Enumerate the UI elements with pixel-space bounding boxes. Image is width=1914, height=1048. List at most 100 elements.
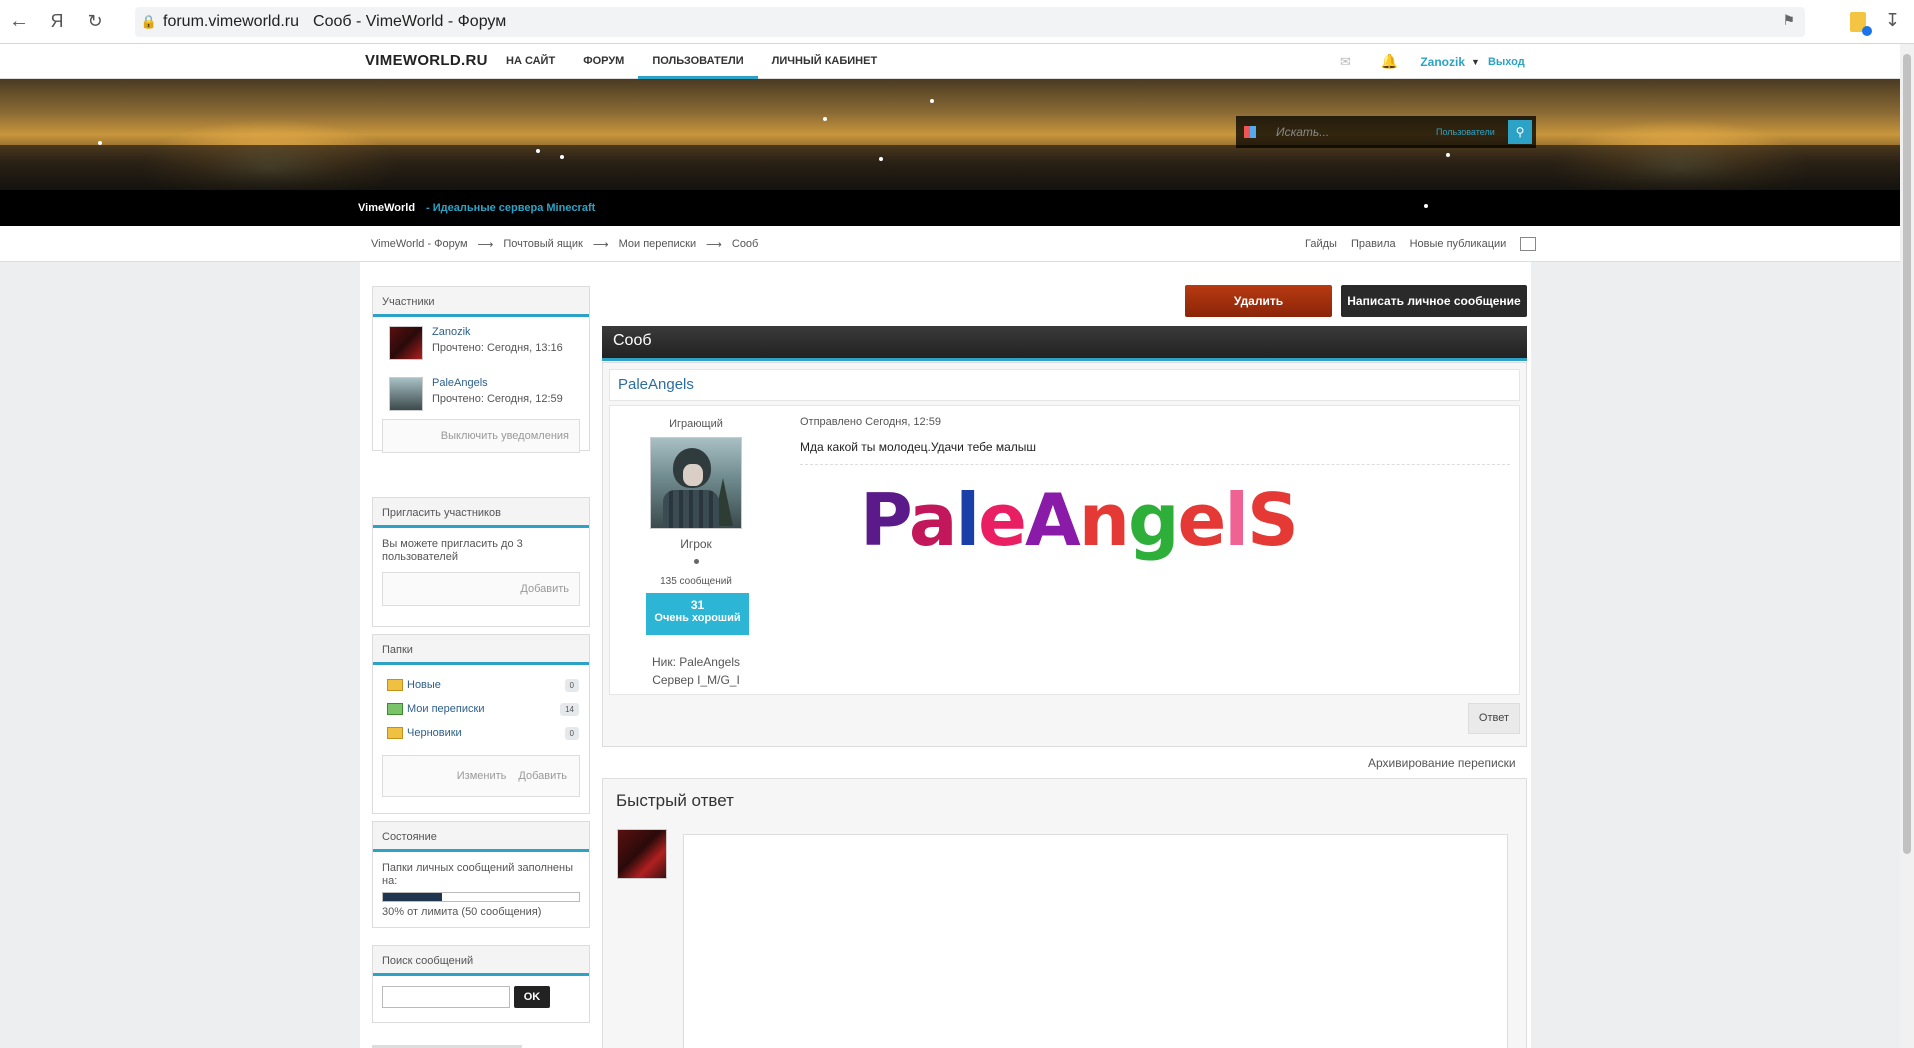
reputation-value: 31: [690, 598, 705, 612]
folder-name[interactable]: Мои переписки: [407, 703, 560, 715]
author-post-count: 135 сообщений: [660, 576, 732, 587]
reputation-label: Очень хороший: [654, 612, 741, 624]
mute-notifications-button[interactable]: Выключить уведомления: [382, 419, 580, 453]
author-role: Играющий: [669, 418, 723, 430]
site-logo[interactable]: VIMEWORLD.RU: [365, 52, 488, 69]
logout-link[interactable]: Выход: [1488, 56, 1525, 68]
folders-title: Папки: [373, 635, 589, 665]
breadcrumb-forum[interactable]: VimeWorld - Форум: [371, 238, 468, 251]
caret-down-icon[interactable]: ▼: [1471, 57, 1480, 67]
search-options-icon[interactable]: [1244, 126, 1256, 138]
search-scope[interactable]: Пользователи: [1436, 127, 1495, 137]
page-scrollbar[interactable]: [1900, 44, 1914, 1048]
signature-letter: e: [978, 478, 1027, 562]
participants-box: Участники Zanozik Прочтено: Сегодня, 13:…: [372, 286, 590, 453]
breadcrumb-bar: VimeWorld - Форум ⟶ Почтовый ящик ⟶ Мои …: [0, 226, 1900, 262]
menu-item-forum[interactable]: ФОРУМ: [569, 44, 638, 79]
delete-button[interactable]: Удалить: [1185, 285, 1332, 317]
username-link[interactable]: Zanozik: [1420, 55, 1465, 69]
bookmark-icon[interactable]: ⚑: [1782, 12, 1795, 29]
quick-reply-title: Быстрый ответ: [616, 791, 734, 810]
breadcrumb-current: Сооб: [731, 238, 759, 250]
snow-dot: [930, 99, 934, 103]
quick-reply: Быстрый ответ: [602, 778, 1527, 1048]
menu-item-site[interactable]: НА САЙТ: [492, 44, 569, 79]
address-domain: forum.vimeworld.ru: [163, 13, 300, 30]
author-avatar[interactable]: [650, 437, 742, 529]
link-rules[interactable]: Правила: [1351, 238, 1396, 251]
signature-letter: A: [1024, 478, 1081, 562]
menu-item-users[interactable]: ПОЛЬЗОВАТЕЛИ: [638, 44, 758, 79]
folder-item-new[interactable]: Новые 0: [373, 673, 589, 697]
folder-edit-button[interactable]: Изменить: [457, 770, 507, 782]
yandex-icon[interactable]: Я: [38, 0, 76, 44]
participant-name[interactable]: PaleAngels: [432, 377, 563, 389]
site-name: VimeWorld: [358, 202, 416, 214]
main-menu: НА САЙТ ФОРУМ ПОЛЬЗОВАТЕЛИ ЛИЧНЫЙ КАБИНЕ…: [492, 44, 891, 79]
avatar: [617, 829, 667, 879]
invite-text: Вы можете пригласить до 3 пользователей: [382, 538, 523, 563]
rss-icon[interactable]: [1520, 237, 1537, 251]
signature-letter: n: [1078, 478, 1130, 562]
envelope-icon[interactable]: ✉: [1340, 54, 1351, 70]
post-author[interactable]: PaleAngels: [609, 369, 1520, 401]
status-text: Папки личных сообщений заполнены на:: [382, 862, 574, 887]
folder-count: 0: [564, 678, 579, 692]
breadcrumb-arrow-icon: ⟶: [477, 239, 494, 251]
header-banner: [0, 79, 1900, 190]
folder-item-conversations[interactable]: Мои переписки 14: [373, 697, 589, 721]
breadcrumb-arrow-icon: ⟶: [706, 239, 722, 251]
menu-item-cabinet[interactable]: ЛИЧНЫЙ КАБИНЕТ: [758, 44, 892, 79]
folder-name[interactable]: Новые: [407, 679, 565, 691]
snow-dot: [536, 149, 540, 153]
address-bar[interactable]: 🔒 forum.vimeworld.ru Сооб - VimeWorld - …: [135, 7, 1805, 37]
reply-editor[interactable]: [683, 834, 1508, 1048]
invite-add-button[interactable]: Добавить: [382, 572, 580, 606]
bell-icon[interactable]: 🔔: [1381, 53, 1398, 70]
message-content: Отправлено Сегодня, 12:59 Мда какой ты м…: [800, 416, 1510, 565]
message-search-input[interactable]: [382, 986, 510, 1008]
link-new-posts[interactable]: Новые публикации: [1410, 238, 1507, 251]
snow-dot: [98, 141, 102, 145]
status-limit-text: 30% от лимита (50 сообщения): [382, 906, 542, 918]
reply-button[interactable]: Ответ: [1467, 703, 1520, 734]
page-body: Участники Zanozik Прочтено: Сегодня, 13:…: [360, 262, 1531, 1048]
avatar-body: [663, 490, 719, 528]
link-guides[interactable]: Гайды: [1305, 238, 1337, 251]
site-tagline-bar: VimeWorld - Идеальные сервера Minecraft: [0, 190, 1900, 226]
topic-title: Сооб: [602, 326, 1527, 361]
address-title: Сооб - VimeWorld - Форум: [313, 13, 507, 30]
site-tagline: - Идеальные сервера Minecraft: [426, 202, 596, 214]
breadcrumb-mailbox[interactable]: Почтовый ящик: [503, 238, 582, 251]
site-search[interactable]: Искать... Пользователи ⚲: [1236, 116, 1536, 148]
search-input[interactable]: Искать...: [1276, 125, 1436, 139]
message-search-title: Поиск сообщений: [373, 946, 589, 976]
folder-name[interactable]: Черновики: [407, 727, 565, 739]
folder-add-button[interactable]: Добавить: [518, 770, 567, 782]
folder-item-drafts[interactable]: Черновики 0: [373, 721, 589, 745]
status-box: Состояние Папки личных сообщений заполне…: [372, 821, 590, 928]
signature-letter: a: [908, 478, 958, 562]
breadcrumb-conversations[interactable]: Мои переписки: [619, 238, 696, 251]
write-message-button[interactable]: Написать личное сообщение: [1341, 285, 1527, 317]
folder-icon: [387, 679, 403, 691]
search-icon[interactable]: ⚲: [1508, 120, 1532, 144]
extension-icon[interactable]: [1850, 12, 1872, 36]
invite-title: Пригласить участников: [373, 498, 589, 528]
message-search-ok-button[interactable]: OK: [514, 986, 550, 1008]
scrollbar-thumb[interactable]: [1903, 54, 1911, 854]
storage-progress-bar: [382, 892, 580, 902]
signature-letter: P: [860, 478, 911, 562]
download-icon[interactable]: ↧: [1885, 10, 1900, 31]
signature-image: PaleAngelS: [860, 475, 1510, 565]
avatar[interactable]: [389, 326, 423, 360]
signature-letter: l: [955, 478, 980, 562]
archive-conversation-link[interactable]: Архивирование переписки: [1368, 756, 1516, 770]
storage-progress-fill: [383, 893, 442, 901]
avatar[interactable]: [389, 377, 423, 411]
post-date: Отправлено Сегодня, 12:59: [800, 416, 941, 428]
back-icon[interactable]: ←: [0, 0, 38, 44]
participant-name[interactable]: Zanozik: [432, 326, 563, 338]
user-bar: ✉ 🔔 Zanozik ▼ Выход: [1340, 44, 1525, 79]
reload-icon[interactable]: ↻: [76, 0, 114, 44]
